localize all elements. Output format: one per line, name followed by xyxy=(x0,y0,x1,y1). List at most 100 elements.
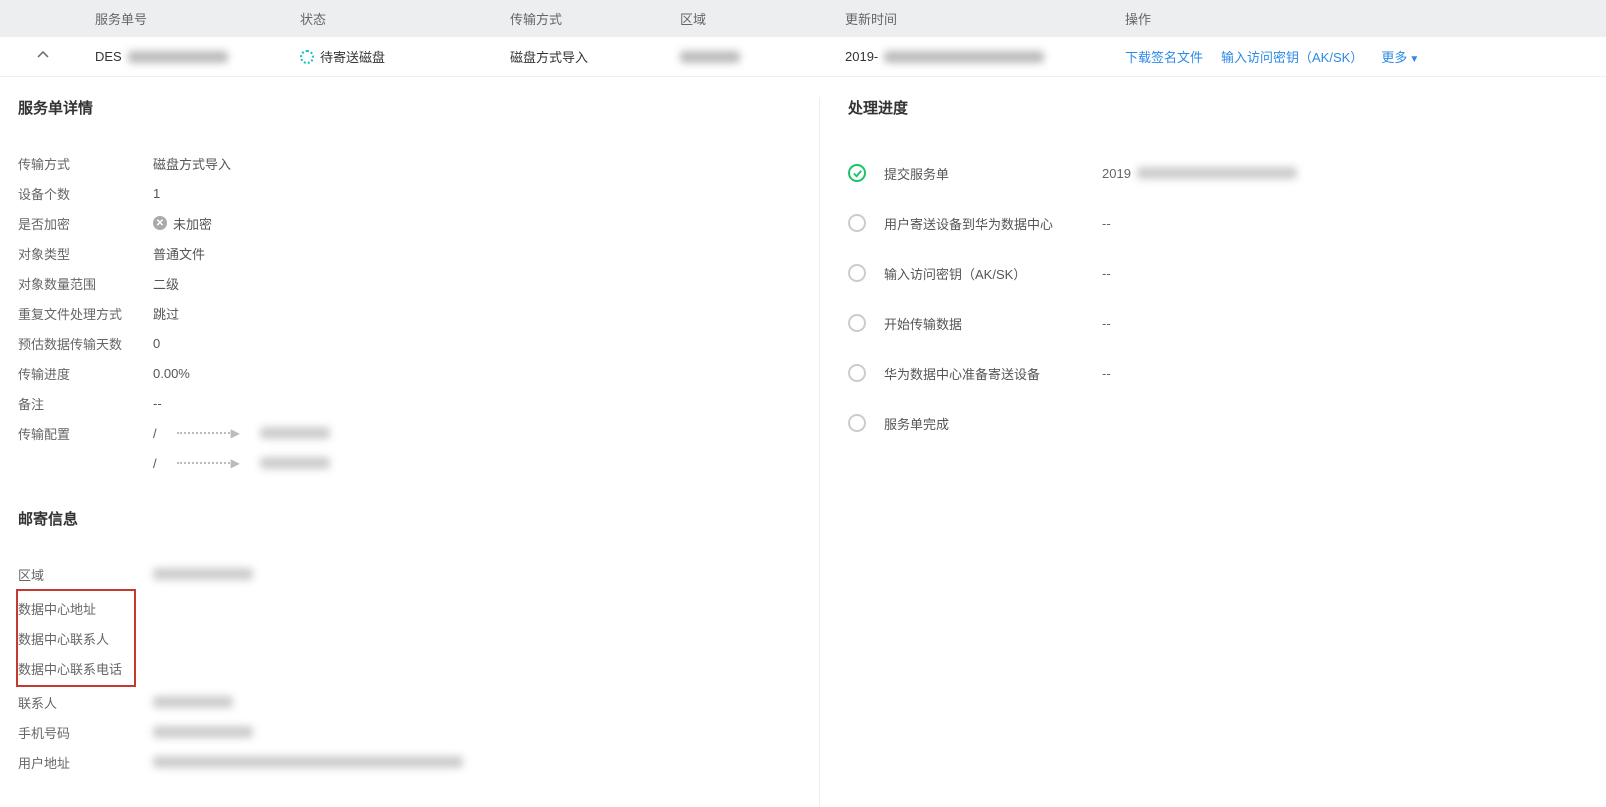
circle-icon xyxy=(848,414,866,432)
download-signature-link[interactable]: 下载签名文件 xyxy=(1125,47,1203,66)
progress-value-3: -- xyxy=(1102,316,1111,331)
circle-icon xyxy=(848,264,866,282)
config-src2: / xyxy=(153,456,157,471)
cell-time: 2019- xyxy=(835,49,1115,64)
x-circle-icon: ✕ xyxy=(153,216,167,230)
progress-label-4: 华为数据中心准备寄送设备 xyxy=(884,364,1084,383)
progress-step-2: 输入访问密钥（AK/SK） -- xyxy=(848,248,1606,298)
label-obj-range: 对象数量范围 xyxy=(18,274,153,293)
label-obj-type: 对象类型 xyxy=(18,244,153,263)
cell-ops: 下载签名文件 输入访问密钥（AK/SK） 更多▼ xyxy=(1115,47,1606,66)
section-title-detail: 服务单详情 xyxy=(18,97,819,118)
progress-label-2: 输入访问密钥（AK/SK） xyxy=(884,264,1084,283)
value-dup: 跳过 xyxy=(153,304,179,323)
value-est-days: 0 xyxy=(153,336,160,351)
progress-step-4: 华为数据中心准备寄送设备 -- xyxy=(848,348,1606,398)
arrow-icon: ▶ xyxy=(177,456,240,470)
redacted-user-addr xyxy=(153,756,463,768)
encrypted-text: 未加密 xyxy=(173,214,212,233)
highlighted-dc-fields: 数据中心地址 数据中心联系人 数据中心联系电话 xyxy=(16,589,136,687)
label-remark: 备注 xyxy=(18,394,153,413)
caret-down-icon: ▼ xyxy=(1409,54,1419,65)
cell-region xyxy=(670,51,835,63)
input-aksk-link[interactable]: 输入访问密钥（AK/SK） xyxy=(1221,47,1363,66)
progress-value-1: -- xyxy=(1102,216,1111,231)
chevron-up-icon[interactable] xyxy=(37,49,49,64)
more-label: 更多 xyxy=(1381,50,1407,65)
value-progress: 0.00% xyxy=(153,366,190,381)
value-remark: -- xyxy=(153,396,162,411)
value-method: 磁盘方式导入 xyxy=(153,154,231,173)
label-method: 传输方式 xyxy=(18,154,153,173)
loading-spinner-icon xyxy=(300,50,314,64)
section-title-progress: 处理进度 xyxy=(848,97,1606,118)
redacted-config-dst1 xyxy=(260,427,330,439)
label-contact: 联系人 xyxy=(18,693,153,712)
progress-label-0: 提交服务单 xyxy=(884,164,1084,183)
label-config: 传输配置 xyxy=(18,424,153,443)
redacted-region xyxy=(680,51,740,63)
check-circle-icon xyxy=(848,164,866,182)
progress-label-1: 用户寄送设备到华为数据中心 xyxy=(884,214,1084,233)
label-dup: 重复文件处理方式 xyxy=(18,304,153,323)
cell-status: 待寄送磁盘 xyxy=(290,47,500,66)
value-encrypted: ✕ 未加密 xyxy=(153,214,212,233)
redacted-time xyxy=(884,51,1044,63)
redacted-mobile xyxy=(153,726,253,738)
circle-icon xyxy=(848,364,866,382)
redacted-region-val xyxy=(153,568,253,580)
redacted-id xyxy=(128,51,228,63)
progress-step-0: 提交服务单 2019 xyxy=(848,148,1606,198)
label-est-days: 预估数据传输天数 xyxy=(18,334,153,353)
detail-panel: 服务单详情 传输方式磁盘方式导入 设备个数1 是否加密 ✕ 未加密 对象类型普通… xyxy=(0,77,1606,807)
left-pane: 服务单详情 传输方式磁盘方式导入 设备个数1 是否加密 ✕ 未加密 对象类型普通… xyxy=(0,97,820,807)
value-config1: / ▶ xyxy=(153,426,330,441)
label-encrypted: 是否加密 xyxy=(18,214,153,233)
circle-icon xyxy=(848,314,866,332)
col-header-ops: 操作 xyxy=(1115,9,1606,28)
progress-time-prefix: 2019 xyxy=(1102,166,1131,181)
col-header-region: 区域 xyxy=(670,9,835,28)
progress-value-2: -- xyxy=(1102,266,1111,281)
arrow-icon: ▶ xyxy=(177,426,240,440)
value-obj-range: 二级 xyxy=(153,274,179,293)
col-header-method: 传输方式 xyxy=(500,9,670,28)
table-header: 服务单号 状态 传输方式 区域 更新时间 操作 xyxy=(0,0,1606,37)
id-prefix: DES xyxy=(95,49,122,64)
progress-step-1: 用户寄送设备到华为数据中心 -- xyxy=(848,198,1606,248)
config-src1: / xyxy=(153,426,157,441)
cell-id: DES xyxy=(85,49,290,64)
label-progress: 传输进度 xyxy=(18,364,153,383)
right-pane: 处理进度 提交服务单 2019 用户寄送设备到华为数据中心 -- 输入访问密钥（… xyxy=(820,97,1606,807)
value-config2: / ▶ xyxy=(153,456,330,471)
status-text: 待寄送磁盘 xyxy=(320,47,385,66)
circle-icon xyxy=(848,214,866,232)
progress-value-0: 2019 xyxy=(1102,166,1297,181)
label-mobile: 手机号码 xyxy=(18,723,153,742)
col-header-id: 服务单号 xyxy=(85,9,290,28)
redacted-config-dst2 xyxy=(260,457,330,469)
progress-value-4: -- xyxy=(1102,366,1111,381)
section-title-mailing: 邮寄信息 xyxy=(18,508,819,529)
redacted-progress-time xyxy=(1137,167,1297,179)
label-dc-addr: 数据中心地址 xyxy=(18,599,96,618)
cell-method: 磁盘方式导入 xyxy=(500,47,670,66)
value-device-count: 1 xyxy=(153,186,160,201)
col-header-status: 状态 xyxy=(290,9,500,28)
value-obj-type: 普通文件 xyxy=(153,244,205,263)
label-dc-contact: 数据中心联系人 xyxy=(18,629,109,648)
mailing-section: 区域 数据中心地址 数据中心联系人 数据中心联系电话 联系人 手机号码 用户地址 xyxy=(18,559,819,777)
progress-step-3: 开始传输数据 -- xyxy=(848,298,1606,348)
label-device-count: 设备个数 xyxy=(18,184,153,203)
progress-label-5: 服务单完成 xyxy=(884,414,1084,433)
progress-label-3: 开始传输数据 xyxy=(884,314,1084,333)
label-dc-phone: 数据中心联系电话 xyxy=(18,659,122,678)
redacted-contact xyxy=(153,696,233,708)
label-user-addr: 用户地址 xyxy=(18,753,153,772)
table-row: DES 待寄送磁盘 磁盘方式导入 2019- 下载签名文件 输入访问密钥（AK/… xyxy=(0,37,1606,77)
progress-step-5: 服务单完成 xyxy=(848,398,1606,448)
col-header-time: 更新时间 xyxy=(835,9,1115,28)
more-dropdown[interactable]: 更多▼ xyxy=(1381,47,1419,66)
label-region: 区域 xyxy=(18,565,153,584)
time-prefix: 2019- xyxy=(845,49,878,64)
